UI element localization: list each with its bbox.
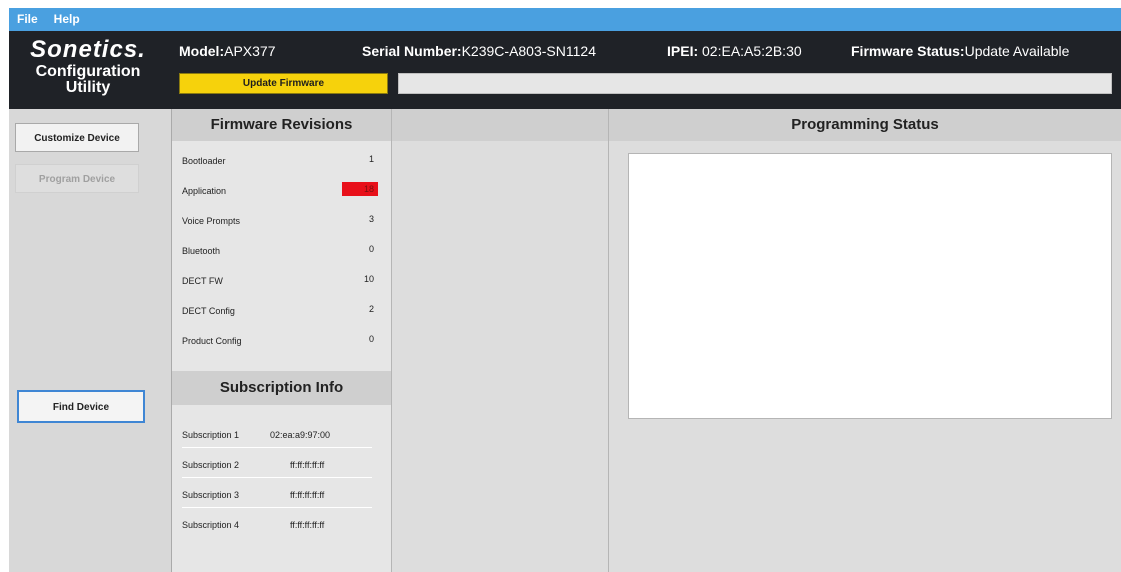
firmware-status-value: Update Available [964, 43, 1070, 59]
menu-file[interactable]: File [9, 8, 46, 31]
ipei-value: 02:EA:A5:2B:30 [702, 43, 802, 59]
find-device-button[interactable]: Find Device [17, 390, 145, 423]
customize-device-button[interactable]: Customize Device [15, 123, 139, 152]
serial-value: K239C-A803-SN1124 [461, 43, 596, 59]
firmware-row: DECT Config 2 [172, 295, 391, 325]
app-window: File Help Sonetics. Configuration Utilit… [9, 8, 1121, 572]
firmware-progress-bar [398, 73, 1112, 94]
subscription-info-title: Subscription Info [172, 371, 391, 405]
subscription-row: Subscription 1 02:ea:a9:97:00 [182, 423, 372, 448]
firmware-row: Application 18 [172, 175, 391, 205]
brand-subtitle-line1: Configuration [35, 63, 141, 80]
menu-help[interactable]: Help [46, 8, 88, 31]
firmware-row-label: Bluetooth [182, 246, 221, 256]
firmware-row-value: 1 [368, 154, 374, 164]
programming-status-panel: Programming Status [609, 109, 1121, 572]
brand-name: Sonetics. [30, 36, 146, 63]
firmware-row-label: DECT FW [182, 276, 223, 286]
firmware-row-label: Bootloader [182, 156, 226, 166]
subscription-value: ff:ff:ff:ff:ff [290, 520, 325, 530]
middle-panel [392, 109, 609, 572]
firmware-row-value: 3 [368, 214, 374, 224]
update-firmware-button[interactable]: Update Firmware [179, 73, 388, 94]
firmware-revisions-title: Firmware Revisions [172, 109, 391, 141]
firmware-row-label: DECT Config [182, 306, 235, 316]
subscription-value: 02:ea:a9:97:00 [270, 430, 331, 440]
subscription-row: Subscription 2 ff:ff:ff:ff:ff [182, 453, 372, 478]
subscription-value: ff:ff:ff:ff:ff [290, 460, 325, 470]
firmware-row-value-outdated: 18 [342, 182, 378, 196]
middle-panel-header [392, 109, 608, 141]
serial-info: Serial Number:K239C-A803-SN1124 [362, 43, 596, 59]
firmware-row-value: 0 [368, 244, 374, 254]
firmware-status-info: Firmware Status:Update Available [851, 43, 1069, 59]
firmware-row-label: Application [182, 186, 227, 196]
subscription-label: Subscription 2 [182, 460, 240, 470]
brand-subtitle-line2: Utility [65, 79, 111, 96]
subscription-row: Subscription 3 ff:ff:ff:ff:ff [182, 483, 372, 508]
sonetics-logo: Sonetics. Configuration Utility [13, 36, 163, 96]
firmware-row-value: 2 [368, 304, 374, 314]
left-sidebar: Customize Device Program Device Find Dev… [9, 109, 172, 572]
model-info: Model:APX377 [179, 43, 275, 59]
firmware-row: Bluetooth 0 [172, 235, 391, 265]
subscription-label: Subscription 4 [182, 520, 240, 530]
firmware-row: Bootloader 1 [172, 145, 391, 175]
firmware-row-label: Product Config [182, 336, 242, 346]
device-header: Sonetics. Configuration Utility Model:AP… [9, 31, 1121, 109]
model-label: Model: [179, 43, 225, 59]
firmware-row-value: 10 [363, 274, 374, 284]
firmware-row: Product Config 0 [172, 325, 391, 355]
ipei-info: IPEI: 02:EA:A5:2B:30 [667, 43, 802, 59]
subscription-label: Subscription 1 [182, 430, 240, 440]
menu-bar: File Help [9, 8, 1121, 31]
subscription-row: Subscription 4 ff:ff:ff:ff:ff [182, 513, 372, 537]
firmware-status-label: Firmware Status: [851, 43, 965, 59]
programming-status-title: Programming Status [609, 109, 1121, 141]
model-value: APX377 [224, 43, 276, 59]
firmware-row: DECT FW 10 [172, 265, 391, 295]
serial-label: Serial Number: [362, 43, 462, 59]
firmware-row-value: 0 [368, 334, 374, 344]
subscription-label: Subscription 3 [182, 490, 240, 500]
program-device-button[interactable]: Program Device [15, 164, 139, 193]
firmware-row-label: Voice Prompts [182, 216, 241, 226]
firmware-row: Voice Prompts 3 [172, 205, 391, 235]
subscription-value: ff:ff:ff:ff:ff [290, 490, 325, 500]
firmware-column: Firmware Revisions Bootloader 1 Applicat… [172, 109, 392, 572]
ipei-label: IPEI: [667, 43, 699, 59]
programming-status-log[interactable] [628, 153, 1112, 419]
